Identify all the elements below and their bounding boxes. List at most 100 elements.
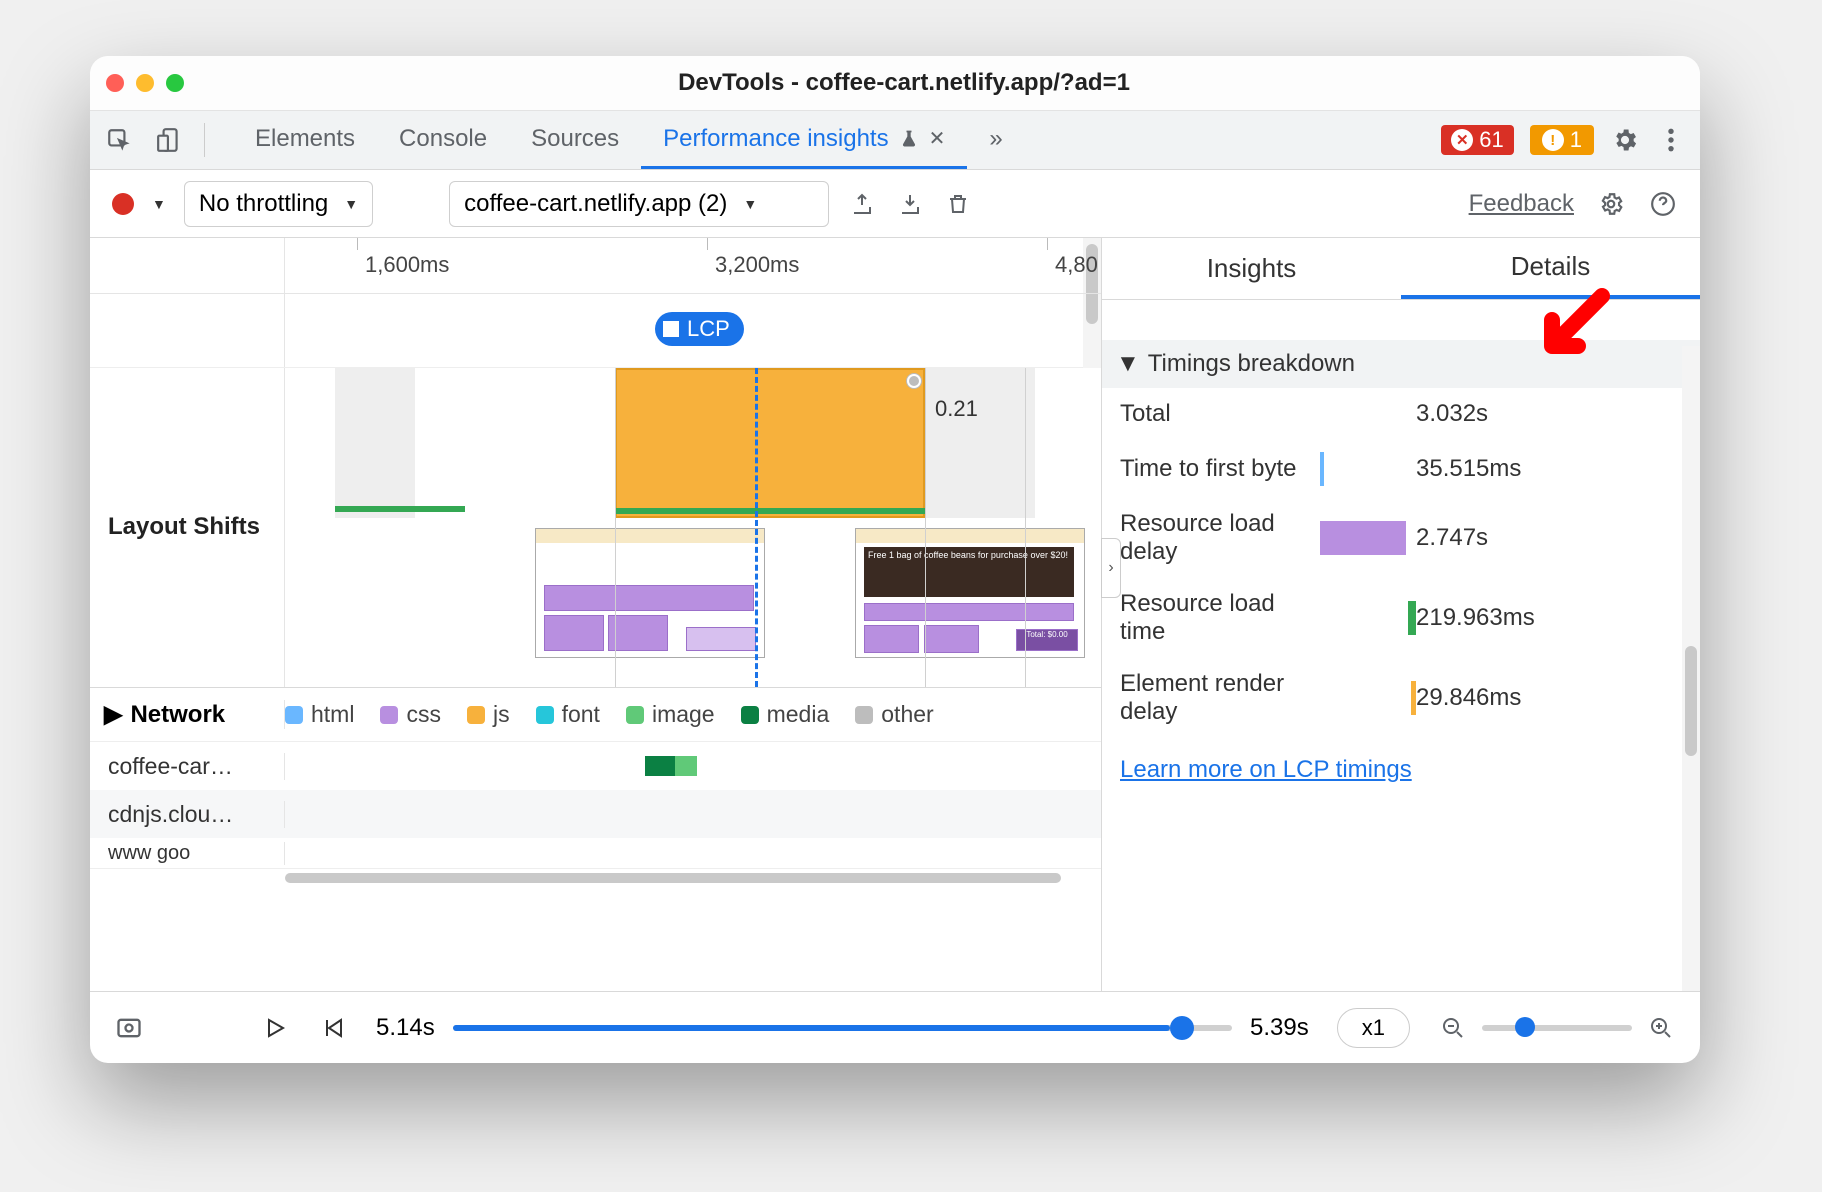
- horizontal-scrollbar[interactable]: [90, 868, 1101, 886]
- error-icon: ✕: [1451, 129, 1473, 151]
- learn-more-link[interactable]: Learn more on LCP timings: [1120, 756, 1412, 783]
- panel-settings-icon[interactable]: [1596, 189, 1626, 219]
- flask-icon: [899, 129, 919, 149]
- main-split: 1,600ms 3,200ms 4,80 LCP: [90, 238, 1700, 991]
- tick-label: 1,600ms: [365, 252, 449, 278]
- warning-icon: !: [1542, 129, 1564, 151]
- recording-select[interactable]: coffee-cart.netlify.app (2) ▼: [449, 181, 829, 227]
- tab-label: Sources: [531, 125, 619, 153]
- error-count-chip[interactable]: ✕ 61: [1441, 125, 1513, 155]
- network-request-row[interactable]: www goo: [90, 838, 1101, 868]
- panel-tab-list: Elements Console Sources Performance ins…: [233, 111, 1025, 169]
- zoom-controls: [1438, 1013, 1676, 1043]
- recording-toolbar: ▼ No throttling ▼ coffee-cart.netlify.ap…: [90, 170, 1700, 238]
- settings-icon[interactable]: [1610, 125, 1640, 155]
- devtools-window: DevTools - coffee-cart.netlify.app/?ad=1…: [90, 56, 1700, 1063]
- request-host: www goo: [90, 842, 285, 865]
- zoom-window-button[interactable]: [166, 74, 184, 92]
- minimize-window-button[interactable]: [136, 74, 154, 92]
- tab-insights[interactable]: Insights: [1102, 238, 1401, 299]
- metric-ttfb: Time to first byte 35.515ms: [1102, 440, 1700, 498]
- network-request-row[interactable]: cdnjs.clou…: [90, 790, 1101, 838]
- chevron-down-icon: ▼: [743, 196, 757, 212]
- metric-resource-load-delay: Resource load delay 2.747s: [1102, 498, 1700, 578]
- feedback-link[interactable]: Feedback: [1469, 190, 1574, 218]
- playback-footer: 5.14s 5.39s x1: [90, 991, 1700, 1063]
- titlebar: DevTools - coffee-cart.netlify.app/?ad=1: [90, 56, 1700, 110]
- annotation-arrow-icon: [1532, 286, 1612, 366]
- lcp-marker[interactable]: LCP: [655, 312, 744, 346]
- warning-count-chip[interactable]: ! 1: [1530, 125, 1594, 155]
- throttling-value: No throttling: [199, 190, 328, 218]
- layout-shifts-lane: Layout Shifts 0.21: [90, 368, 1101, 688]
- tab-label: Console: [399, 125, 487, 153]
- lane-label: Layout Shifts: [108, 513, 260, 542]
- screenshot-thumbnail[interactable]: [535, 528, 765, 658]
- request-host: coffee-car…: [90, 753, 285, 780]
- rewind-button[interactable]: [318, 1013, 348, 1043]
- playback-total: 5.39s: [1250, 1014, 1309, 1042]
- insights-lane: LCP: [90, 294, 1101, 368]
- tick-label: 3,200ms: [715, 252, 799, 278]
- export-icon[interactable]: [847, 189, 877, 219]
- cls-point[interactable]: [907, 374, 921, 388]
- section-title: Timings breakdown: [1148, 350, 1355, 378]
- chevron-down-icon: ▼: [344, 196, 358, 212]
- import-icon[interactable]: [895, 189, 925, 219]
- tab-performance-insights[interactable]: Performance insights ✕: [641, 111, 967, 169]
- cls-value: 0.21: [935, 396, 978, 422]
- metric-resource-load-time: Resource load time 219.963ms: [1102, 578, 1700, 658]
- device-toolbar-icon[interactable]: [154, 125, 184, 155]
- metric-total: Total 3.032s: [1102, 388, 1700, 440]
- network-request-row[interactable]: coffee-car…: [90, 742, 1101, 790]
- record-options-dropdown[interactable]: ▼: [152, 196, 166, 212]
- playback-slider[interactable]: 5.14s 5.39s: [376, 1014, 1309, 1042]
- tab-elements[interactable]: Elements: [233, 111, 377, 169]
- panel-tabs-bar: Elements Console Sources Performance ins…: [90, 110, 1700, 170]
- error-count: 61: [1479, 127, 1503, 153]
- zoom-in-icon[interactable]: [1646, 1013, 1676, 1043]
- preview-icon[interactable]: [114, 1013, 144, 1043]
- inspect-element-icon[interactable]: [104, 125, 134, 155]
- window-controls: [106, 74, 184, 92]
- throttling-select[interactable]: No throttling ▼: [184, 181, 373, 227]
- playback-speed-button[interactable]: x1: [1337, 1008, 1410, 1048]
- zoom-slider[interactable]: [1482, 1025, 1632, 1031]
- collapse-panel-button[interactable]: ›: [1101, 538, 1121, 598]
- close-tab-icon[interactable]: ✕: [929, 126, 946, 151]
- play-button[interactable]: [260, 1013, 290, 1043]
- tab-sources[interactable]: Sources: [509, 111, 641, 169]
- network-lane: ▶ Network html css js font image media o…: [90, 688, 1101, 868]
- details-panel: › Insights Details ▼ Timings breakdown T…: [1102, 238, 1700, 991]
- timeline-panel: 1,600ms 3,200ms 4,80 LCP: [90, 238, 1102, 991]
- help-icon[interactable]: [1648, 189, 1678, 219]
- vertical-scrollbar[interactable]: [1682, 346, 1700, 991]
- screenshot-thumbnail[interactable]: Free 1 bag of coffee beans for purchase …: [855, 528, 1085, 658]
- window-title: DevTools - coffee-cart.netlify.app/?ad=1: [184, 69, 1624, 97]
- tabs-overflow-button[interactable]: »: [967, 111, 1024, 169]
- cls-cluster[interactable]: [615, 368, 925, 518]
- tab-label: Elements: [255, 125, 355, 153]
- delete-icon[interactable]: [943, 189, 973, 219]
- playhead[interactable]: [755, 368, 758, 687]
- metric-element-render-delay: Element render delay 29.846ms: [1102, 658, 1700, 738]
- caret-right-icon[interactable]: ▶: [104, 700, 122, 729]
- warning-count: 1: [1570, 127, 1582, 153]
- request-host: cdnjs.clou…: [90, 801, 285, 828]
- tick-label: 4,80: [1055, 252, 1098, 278]
- stop-icon: [663, 321, 679, 337]
- kebab-menu-icon[interactable]: [1656, 125, 1686, 155]
- network-legend: html css js font image media other: [285, 701, 1101, 728]
- tab-label: Performance insights: [663, 125, 888, 153]
- recording-value: coffee-cart.netlify.app (2): [464, 190, 727, 218]
- overflow-label: »: [989, 125, 1002, 153]
- zoom-out-icon[interactable]: [1438, 1013, 1468, 1043]
- tab-console[interactable]: Console: [377, 111, 509, 169]
- time-ruler[interactable]: 1,600ms 3,200ms 4,80: [90, 238, 1101, 294]
- lcp-label: LCP: [687, 316, 730, 342]
- record-button[interactable]: [112, 193, 134, 215]
- playback-position: 5.14s: [376, 1014, 435, 1042]
- caret-down-icon: ▼: [1116, 350, 1140, 378]
- close-window-button[interactable]: [106, 74, 124, 92]
- network-heading: Network: [130, 701, 225, 729]
